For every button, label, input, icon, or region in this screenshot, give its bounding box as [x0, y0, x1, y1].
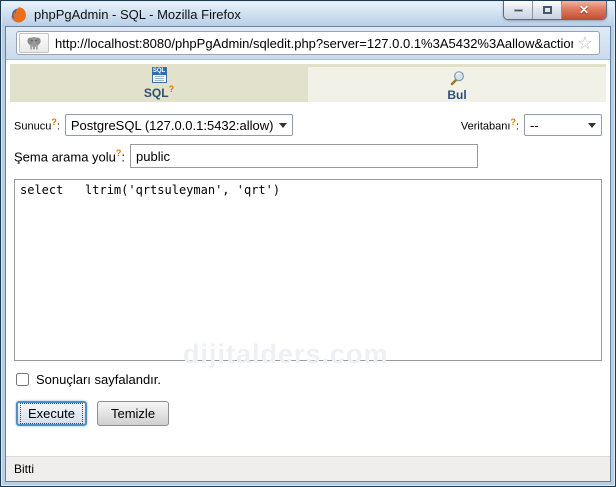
schema-search-input[interactable]	[130, 144, 478, 168]
execute-button-label: Execute	[20, 403, 83, 424]
phppgadmin-page: SQL SQL? Bul	[6, 60, 610, 456]
dropdown-arrow-icon	[274, 123, 292, 128]
postgresql-elephant-icon	[26, 36, 42, 50]
minimize-icon	[514, 9, 523, 12]
execute-button[interactable]: Execute	[16, 401, 87, 426]
tab-find-label: Bul	[447, 88, 466, 102]
magnifier-icon	[449, 70, 465, 87]
url-bar[interactable]: ☆	[16, 31, 600, 55]
action-buttons-row: Execute Temizle	[16, 401, 602, 426]
database-select-value: --	[530, 118, 583, 133]
schema-search-row: Şema arama yolu?:	[14, 144, 602, 168]
server-label: Sunucu?:	[14, 117, 60, 133]
site-identity-button[interactable]	[19, 33, 49, 53]
minimize-button[interactable]	[504, 1, 533, 19]
window-title: phpPgAdmin - SQL - Mozilla Firefox	[34, 7, 241, 22]
sql-query-textarea[interactable]: select ltrim('qrtsuleyman', 'qrt')	[14, 179, 602, 361]
bookmark-star-icon[interactable]: ☆	[573, 33, 597, 53]
window-controls: ✕	[503, 1, 607, 20]
close-icon: ✕	[579, 3, 589, 17]
restore-icon	[543, 6, 552, 14]
firefox-icon	[10, 6, 27, 23]
tab-find[interactable]: Bul	[308, 64, 606, 102]
status-bar: Bitti	[6, 456, 610, 481]
restore-button[interactable]	[533, 1, 562, 19]
sql-document-icon: SQL	[152, 67, 167, 83]
database-label: Veritabanı?:	[461, 117, 519, 133]
close-button[interactable]: ✕	[562, 1, 606, 19]
paginate-checkbox[interactable]	[16, 373, 29, 386]
database-select[interactable]: --	[524, 114, 602, 136]
browser-window: phpPgAdmin - SQL - Mozilla Firefox ✕	[0, 0, 616, 487]
status-text: Bitti	[14, 462, 34, 476]
schema-label: Şema arama yolu?:	[14, 148, 125, 164]
tab-sql-label: SQL?	[144, 84, 174, 100]
server-database-row: Sunucu?: PostgreSQL (127.0.0.1:5432:allo…	[14, 114, 602, 136]
paginate-label: Sonuçları sayfalandır.	[36, 372, 161, 387]
tab-bar: SQL SQL? Bul	[10, 64, 606, 102]
browser-client-area: ☆ SQL SQL?	[5, 26, 611, 482]
paginate-row: Sonuçları sayfalandır.	[16, 371, 602, 388]
url-input[interactable]	[49, 36, 573, 51]
server-select[interactable]: PostgreSQL (127.0.0.1:5432:allow)	[65, 114, 293, 136]
clear-button[interactable]: Temizle	[97, 401, 169, 426]
tab-sql[interactable]: SQL SQL?	[10, 64, 308, 102]
sql-help-link[interactable]: ?	[169, 84, 175, 94]
navigation-toolbar: ☆	[6, 27, 610, 60]
dropdown-arrow-icon	[583, 123, 601, 128]
server-select-value: PostgreSQL (127.0.0.1:5432:allow)	[71, 118, 274, 133]
